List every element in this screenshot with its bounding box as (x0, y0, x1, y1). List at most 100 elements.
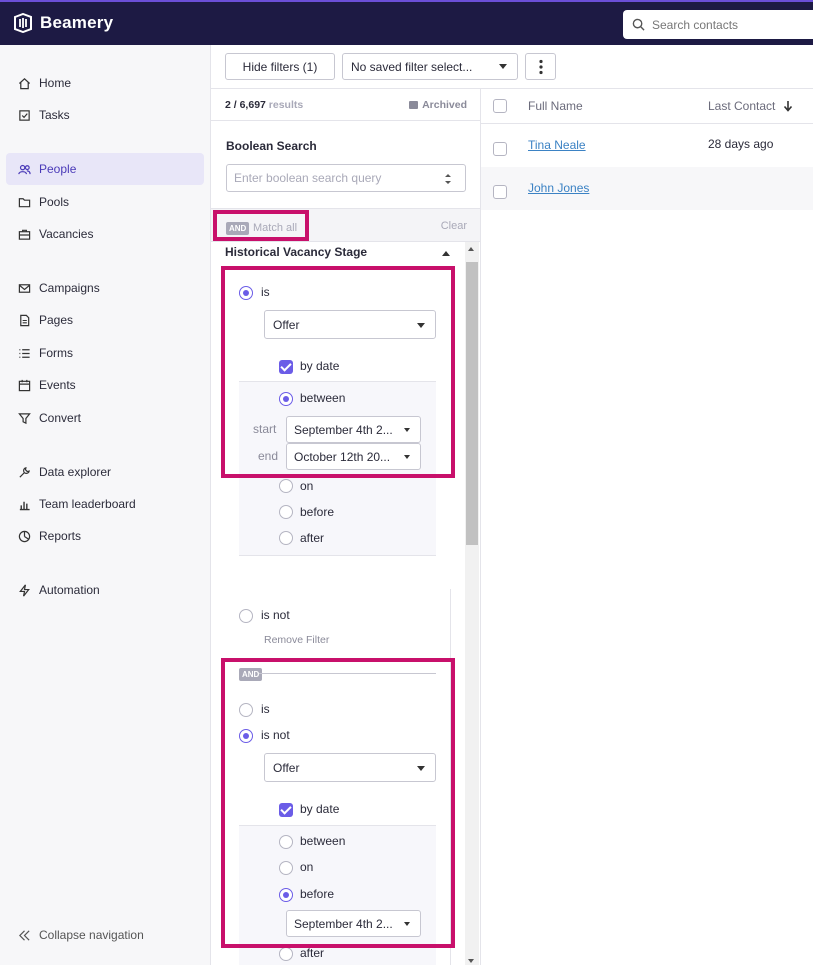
archived-label: Archived (422, 99, 467, 111)
sidebar-item-label: People (39, 162, 77, 176)
sidebar-item-label: Home (39, 76, 72, 90)
sidebar-item-label: Vacancies (39, 227, 94, 241)
archive-icon (409, 101, 419, 109)
list-icon (19, 348, 30, 358)
after-radio[interactable] (279, 531, 293, 545)
is-not-label: is not (261, 608, 290, 622)
match-all-label: Match all (253, 222, 298, 234)
clear-button[interactable]: Clear (441, 220, 467, 232)
tasks-icon (19, 109, 30, 121)
double-chevron-left-icon (19, 929, 30, 941)
sidebar-item-campaigns[interactable]: Campaigns (6, 272, 204, 304)
sidebar-item-pages[interactable]: Pages (6, 304, 204, 336)
match-all-toggle[interactable]: AND Match all (213, 210, 309, 241)
list-header: Full Name Last Contact (481, 89, 813, 124)
sidebar-item-label: Reports (39, 529, 82, 543)
top-bar: Beamery Search contacts (0, 0, 813, 45)
page-icon (20, 314, 30, 326)
column-last-contact[interactable]: Last Contact (708, 99, 775, 113)
wrench-icon (19, 466, 30, 478)
sidebar-item-label: Campaigns (39, 281, 100, 295)
boolean-search-input[interactable] (226, 164, 466, 192)
calendar-icon (18, 379, 31, 391)
funnel-icon (18, 412, 31, 424)
results-row: 2 / 6,697 results Archived (211, 89, 480, 121)
people-icon (18, 164, 31, 174)
column-full-name[interactable]: Full Name (528, 99, 583, 113)
sidebar-item-label: Team leaderboard (39, 497, 136, 511)
search-contacts-input[interactable]: Search contacts (623, 10, 813, 39)
after-radio[interactable] (279, 947, 293, 961)
more-options-button[interactable] (525, 53, 556, 80)
sidebar-item-forms[interactable]: Forms (6, 337, 204, 369)
sidebar-item-label: Forms (39, 346, 73, 360)
row-checkbox[interactable] (493, 142, 507, 156)
beamery-logo[interactable]: Beamery (13, 13, 113, 33)
sidebar-item-label: Convert (39, 411, 82, 425)
scrollbar-thumb[interactable] (466, 262, 478, 545)
briefcase-icon (18, 229, 31, 240)
collapse-navigation-button[interactable]: Collapse navigation (6, 919, 204, 951)
sidebar-item-label: Pages (39, 313, 74, 327)
saved-filter-select[interactable]: No saved filter select... (342, 53, 518, 80)
contact-name-link[interactable]: John Jones (528, 181, 589, 195)
saved-filter-value: No saved filter select... (351, 59, 473, 74)
sidebar-item-label: Automation (39, 583, 100, 597)
table-row[interactable]: John Jones (481, 167, 813, 210)
sidebar-item-tasks[interactable]: Tasks (6, 99, 204, 131)
beamery-logo-icon (14, 13, 32, 33)
sidebar-item-label: Tasks (39, 108, 70, 122)
contact-name-link[interactable]: Tina Neale (528, 138, 586, 152)
mail-icon (18, 283, 31, 293)
sidebar-item-reports[interactable]: Reports (6, 520, 204, 552)
divider (239, 555, 436, 556)
remove-filter-link[interactable]: Remove Filter (264, 634, 329, 646)
archived-toggle[interactable]: Archived (409, 99, 467, 111)
scroll-down-arrow-icon[interactable] (468, 959, 474, 963)
sidebar-item-automation[interactable]: Automation (6, 574, 204, 606)
row-checkbox[interactable] (493, 185, 507, 199)
sidebar-item-events[interactable]: Events (6, 369, 204, 401)
sort-down-arrow-icon[interactable] (783, 100, 793, 112)
is-not-radio[interactable] (239, 609, 253, 623)
filters-panel: 2 / 6,697 results Archived Boolean Searc… (211, 89, 481, 965)
folder-icon (18, 197, 31, 207)
bolt-icon (19, 584, 30, 596)
sidebar-item-team-leaderboard[interactable]: Team leaderboard (6, 488, 204, 520)
results-count-value: 2 / 6,697 (225, 99, 266, 111)
before-label: before (300, 505, 335, 519)
sidebar-item-vacancies[interactable]: Vacancies (6, 218, 204, 250)
after-label: after (300, 946, 325, 960)
sidebar-item-data-explorer[interactable]: Data explorer (6, 456, 204, 488)
table-row[interactable]: Tina Neale 28 days ago (481, 124, 813, 167)
results-suffix: results (268, 99, 304, 111)
search-icon (632, 18, 645, 31)
after-label: after (300, 531, 325, 545)
hide-filters-button[interactable]: Hide filters (1) (225, 53, 335, 80)
sidebar-item-people[interactable]: People (6, 153, 204, 185)
pie-chart-icon (18, 530, 31, 542)
filter-section-title: Historical Vacancy Stage (225, 245, 368, 259)
collapse-section-icon[interactable] (442, 251, 450, 256)
last-contact-value: 28 days ago (708, 137, 774, 151)
sidebar-item-pools[interactable]: Pools (6, 186, 204, 218)
sort-spinner-icon[interactable] (443, 172, 453, 186)
sidebar-item-label: Events (39, 378, 76, 392)
scroll-up-arrow-icon[interactable] (468, 247, 474, 251)
filter-toolbar: Hide filters (1) No saved filter select.… (211, 45, 813, 89)
sidebar: Home Tasks People Pools Vacancies Campai… (0, 45, 211, 965)
app-name: Beamery (40, 13, 114, 32)
kebab-menu-icon (538, 59, 543, 74)
before-radio[interactable] (279, 505, 293, 519)
results-count: 2 / 6,697 results (225, 99, 303, 111)
and-tag: AND (226, 222, 250, 235)
contact-list: Full Name Last Contact Tina Neale 28 day… (481, 89, 813, 965)
sidebar-item-convert[interactable]: Convert (6, 402, 204, 434)
select-all-checkbox[interactable] (493, 99, 507, 113)
chevron-down-icon (499, 64, 507, 69)
on-label: on (300, 479, 314, 493)
boolean-search-title: Boolean Search (226, 139, 317, 153)
sidebar-item-home[interactable]: Home (6, 67, 204, 99)
on-radio[interactable] (279, 479, 293, 493)
search-placeholder: Search contacts (652, 17, 739, 32)
